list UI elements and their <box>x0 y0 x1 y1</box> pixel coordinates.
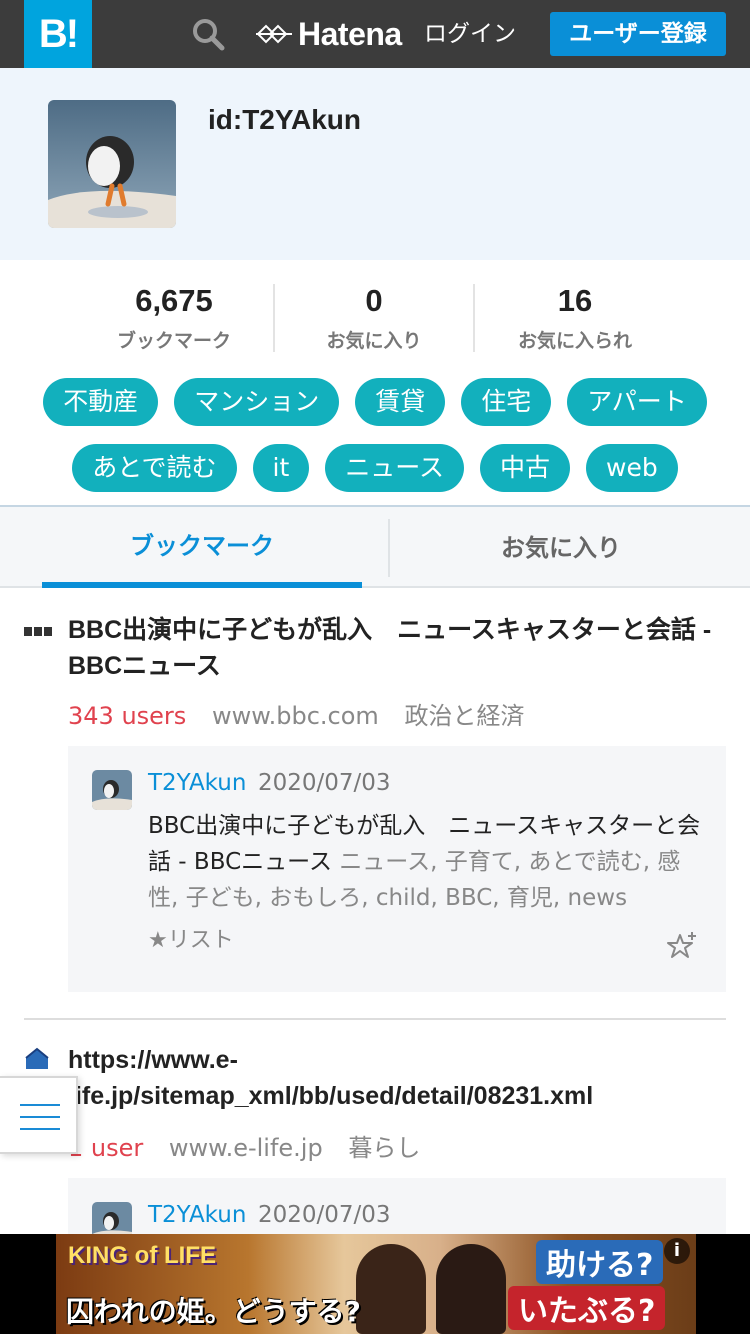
stat-label: ブックマーク <box>116 330 231 352</box>
ad-banner[interactable]: KING of LIFE 囚われの姫。どうする? 助ける? いたぶる? i <box>56 1234 696 1334</box>
comment-username[interactable]: T2YAkun <box>148 770 246 796</box>
puffin-avatar-image <box>48 100 176 228</box>
entry-domain[interactable]: www.bbc.com <box>212 702 379 730</box>
menu-line <box>20 1116 60 1118</box>
stat-value: 0 <box>365 283 383 318</box>
menu-line <box>20 1104 60 1106</box>
hatena-bookmark-logo[interactable]: B! <box>24 0 92 68</box>
comment-date[interactable]: 2020/07/03 <box>258 1202 391 1228</box>
tag-row: 不動産 マンション 賃貸 住宅 アパート <box>0 378 750 426</box>
entry-users-count[interactable]: 343 users <box>68 702 186 730</box>
tag-chip[interactable]: 中古 <box>480 444 571 492</box>
tag-chip[interactable]: web <box>586 444 678 492</box>
ad-character-image <box>356 1244 426 1334</box>
entry-meta: 343 users www.bbc.com 政治と経済 <box>68 696 524 731</box>
search-button[interactable] <box>188 14 228 54</box>
ad-game-logo: KING of LIFE <box>68 1242 216 1269</box>
tag-chip[interactable]: 不動産 <box>43 378 159 426</box>
stat-favorites[interactable]: 0 お気に入り <box>275 284 475 352</box>
tag-chip[interactable]: アパート <box>567 378 707 426</box>
stat-favorited[interactable]: 16 お気に入られ <box>475 283 675 353</box>
user-avatar[interactable] <box>48 100 176 228</box>
tag-chip[interactable]: マンション <box>174 378 340 426</box>
stat-bookmarks[interactable]: 6,675 ブックマーク <box>75 284 275 352</box>
comment-card: T2YAkun 2020/07/03 <box>68 1178 726 1234</box>
puffin-avatar-image <box>92 1202 132 1234</box>
stat-value: 16 <box>557 283 593 318</box>
comment-text: BBC出演中に子どもが乱入 ニュースキャスターと会話 - BBCニュース ニュー… <box>148 808 708 916</box>
add-star-icon[interactable] <box>666 930 698 962</box>
stat-value: 6,675 <box>135 283 213 318</box>
top-bar: B! Hatena ログイン ユーザー登録 <box>0 0 750 68</box>
tab-bookmarks[interactable]: ブックマーク <box>42 507 362 588</box>
tab-bar: ブックマーク お気に入り <box>0 505 750 588</box>
stats-bar: 6,675 ブックマーク 0 お気に入り 16 お気に入られ <box>75 284 675 352</box>
tag-chip[interactable]: ニュース <box>325 444 465 492</box>
ad-info-icon[interactable]: i <box>664 1238 690 1264</box>
comment-date[interactable]: 2020/07/03 <box>258 770 391 796</box>
tag-chip[interactable]: 住宅 <box>461 378 552 426</box>
signup-button[interactable]: ユーザー登録 <box>550 12 726 56</box>
login-link[interactable]: ログイン <box>424 18 516 50</box>
entry-category[interactable]: 暮らし <box>348 1134 420 1162</box>
tag-cloud: 不動産 マンション 賃貸 住宅 アパート あとで読む it ニュース 中古 we… <box>0 378 750 510</box>
tag-chip[interactable]: あとで読む <box>72 444 237 492</box>
stat-label: お気に入られ <box>517 330 632 352</box>
hatena-brand-text: Hatena <box>298 15 402 52</box>
ad-choice-save: 助ける? <box>536 1240 664 1284</box>
profile-header: id:T2YAkun <box>0 68 750 260</box>
comment-avatar[interactable] <box>92 1202 132 1234</box>
house-favicon-icon <box>25 1047 49 1069</box>
user-id: id:T2YAkun <box>208 104 361 135</box>
entry-category[interactable]: 政治と経済 <box>404 702 524 730</box>
tag-chip[interactable]: 賃貸 <box>355 378 446 426</box>
bookmark-entry: BBC出演中に子どもが乱入 ニュースキャスターと会話 - BBCニュース 343… <box>24 610 726 1000</box>
entry-title-link[interactable]: BBC出演中に子どもが乱入 ニュースキャスターと会話 - BBCニュース <box>68 612 728 684</box>
entry-meta: 1 user www.e-life.jp 暮らし <box>68 1128 420 1163</box>
menu-line <box>20 1128 60 1130</box>
bookmark-entry: https://www.e-life.jp/sitemap_xml/bb/use… <box>24 1042 726 1234</box>
entry-title-link[interactable]: https://www.e-life.jp/sitemap_xml/bb/use… <box>68 1042 726 1114</box>
stat-label: お気に入り <box>326 330 422 352</box>
bbc-favicon-icon <box>24 627 52 636</box>
ad-character-image <box>436 1244 506 1334</box>
ad-headline: 囚われの姫。どうする? <box>66 1295 361 1328</box>
comment-username[interactable]: T2YAkun <box>148 1202 246 1228</box>
star-list-link[interactable]: ★リスト <box>148 922 234 954</box>
entry-domain[interactable]: www.e-life.jp <box>169 1134 323 1162</box>
comment-card: T2YAkun 2020/07/03 BBC出演中に子どもが乱入 ニュースキャス… <box>68 746 726 992</box>
entry-users-count[interactable]: 1 user <box>68 1134 143 1162</box>
hatena-mark-icon <box>256 24 292 44</box>
ad-choice-torment: いたぶる? <box>508 1286 666 1330</box>
tag-row: あとで読む it ニュース 中古 web <box>0 444 750 492</box>
comment-avatar[interactable] <box>92 770 132 810</box>
ad-banner-bar: KING of LIFE 囚われの姫。どうする? 助ける? いたぶる? i <box>0 1234 750 1334</box>
tag-chip[interactable]: it <box>252 444 310 492</box>
hamburger-menu-button[interactable] <box>0 1076 78 1154</box>
tab-favorites[interactable]: お気に入り <box>388 519 732 577</box>
puffin-avatar-image <box>92 770 132 810</box>
entry-divider <box>24 1018 726 1020</box>
search-icon <box>193 19 225 51</box>
hatena-brand[interactable]: Hatena <box>256 14 402 54</box>
